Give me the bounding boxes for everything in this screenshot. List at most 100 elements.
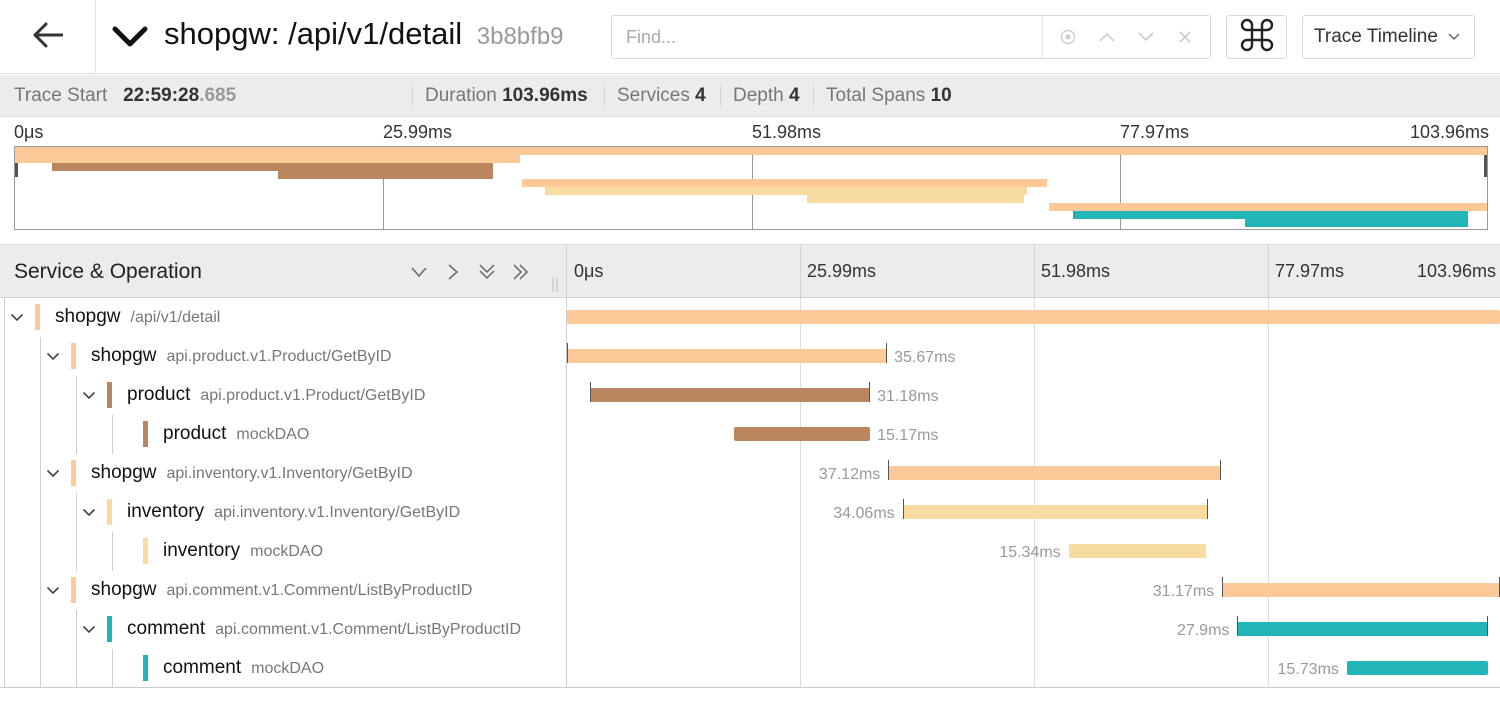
service-name: shopgw: [55, 306, 121, 327]
span-name-cell: comment api.comment.v1.Comment/ListByProd…: [0, 610, 566, 649]
minimap-ticks: 0μs 25.99ms 51.98ms 77.97ms 103.96ms: [0, 118, 1500, 146]
span-duration-label: 15.17ms: [877, 427, 939, 444]
span-service-name[interactable]: inventory mockDAO: [163, 540, 323, 562]
span-service-name[interactable]: shopgw/api/v1/detail: [55, 306, 220, 328]
span-row[interactable]: shopgw api.comment.v1.Comment/ListByProdu…: [0, 571, 1500, 610]
span-row[interactable]: comment api.comment.v1.Comment/ListByProd…: [0, 610, 1500, 649]
span-name-cell: product api.product.v1.Product/GetByID: [0, 376, 566, 415]
view-select[interactable]: Trace Timeline: [1302, 15, 1475, 59]
minimap-span-bar: [544, 187, 1027, 195]
minimap-span-bar: [278, 171, 494, 179]
operation-name: mockDAO: [250, 543, 324, 560]
span-name-cell: product mockDAO: [0, 415, 566, 454]
service-name: product: [163, 423, 227, 444]
span-row[interactable]: shopgw api.product.v1.Product/GetByID 35.6…: [0, 337, 1500, 376]
span-bar[interactable]: [1346, 661, 1489, 675]
span-bar[interactable]: [1068, 544, 1207, 558]
span-row[interactable]: comment mockDAO 15.73ms: [0, 649, 1500, 688]
span-row[interactable]: shopgw api.inventory.v1.Inventory/GetByID…: [0, 454, 1500, 493]
minimap-tick: 0μs: [14, 122, 44, 142]
duration: Duration 103.96ms: [425, 85, 588, 107]
chevron-up-icon[interactable]: [1092, 22, 1122, 52]
operation-name: api.product.v1.Product/GetByID: [166, 348, 392, 365]
collapse-all-icon[interactable]: [474, 259, 500, 285]
span-bar[interactable]: [888, 460, 1222, 480]
span-name-cell: shopgw/api/v1/detail: [0, 298, 566, 337]
span-service-name[interactable]: product mockDAO: [163, 423, 309, 445]
span-service-name[interactable]: comment mockDAO: [163, 657, 324, 679]
trace-minimap[interactable]: [14, 146, 1488, 230]
chevron-down-icon[interactable]: [1131, 22, 1161, 52]
service-name: product: [127, 384, 191, 405]
span-service-name[interactable]: inventory api.inventory.v1.Inventory/GetB…: [127, 501, 460, 523]
keyboard-shortcuts-button[interactable]: [1226, 15, 1287, 59]
expand-toggle-chevron-down-icon[interactable]: [8, 308, 26, 326]
span-end-tick: [1207, 499, 1209, 519]
collapse-header-button[interactable]: [112, 22, 148, 52]
duration-label: Duration: [425, 85, 497, 106]
span-name-cell: inventory api.inventory.v1.Inventory/GetB…: [0, 493, 566, 532]
operation-name: api.comment.v1.Comment/ListByProductID: [215, 621, 522, 638]
depth-value: 4: [788, 85, 800, 106]
expand-toggle-chevron-down-icon[interactable]: [80, 503, 98, 521]
expand-all-icon[interactable]: [508, 259, 534, 285]
expand-toggle-chevron-down-icon[interactable]: [80, 620, 98, 638]
services: Services 4: [617, 85, 706, 107]
locate-icon[interactable]: [1053, 22, 1083, 52]
expand-toggle-chevron-down-icon[interactable]: [44, 581, 62, 599]
view-select-value: Trace Timeline: [1314, 26, 1438, 47]
summary-divider: [813, 86, 814, 106]
close-icon[interactable]: [1170, 22, 1200, 52]
service-color-marker: [71, 343, 76, 369]
service-name: comment: [163, 657, 242, 678]
span-start-tick: [1237, 616, 1239, 636]
depth: Depth 4: [733, 85, 800, 107]
span-service-name[interactable]: product api.product.v1.Product/GetByID: [127, 384, 425, 406]
span-name-cell: inventory mockDAO: [0, 532, 566, 571]
span-name-cell: shopgw api.product.v1.Product/GetByID: [0, 337, 566, 376]
service-name: shopgw: [91, 462, 157, 483]
expand-one-icon[interactable]: [440, 259, 466, 285]
span-bar[interactable]: [567, 343, 888, 363]
span-service-name[interactable]: shopgw api.product.v1.Product/GetByID: [91, 345, 392, 367]
summary-divider: [720, 86, 721, 106]
span-duration-label: 37.12ms: [818, 466, 881, 483]
service-name: inventory: [127, 501, 205, 522]
span-row[interactable]: inventory api.inventory.v1.Inventory/GetB…: [0, 493, 1500, 532]
span-bar[interactable]: [590, 382, 871, 402]
span-end-tick: [1486, 616, 1488, 636]
minimap-span-bar: [806, 195, 1024, 203]
minimap-span-bar: [521, 179, 1048, 187]
timeline-tick: 77.97ms: [1275, 261, 1345, 281]
expand-toggle-chevron-down-icon[interactable]: [80, 386, 98, 404]
service-color-marker: [107, 499, 112, 525]
back-button[interactable]: [0, 0, 96, 74]
service-name: inventory: [163, 540, 241, 561]
timeline-gridline: [800, 245, 801, 299]
operation-name: api.product.v1.Product/GetByID: [200, 387, 426, 404]
span-row[interactable]: product api.product.v1.Product/GetByID 31.…: [0, 376, 1500, 415]
depth-label: Depth: [733, 85, 784, 106]
span-row[interactable]: product mockDAO 15.17ms: [0, 415, 1500, 454]
span-bar[interactable]: [1222, 577, 1500, 597]
expand-toggle-chevron-down-icon[interactable]: [44, 347, 62, 365]
span-bar[interactable]: [902, 499, 1209, 519]
span-duration-label: 15.34ms: [999, 544, 1061, 561]
find-input[interactable]: [612, 16, 1043, 58]
span-name-cell: shopgw api.inventory.v1.Inventory/GetByID: [0, 454, 566, 493]
expand-toggle-chevron-down-icon[interactable]: [44, 464, 62, 482]
span-service-name[interactable]: shopgw api.comment.v1.Comment/ListByProdu…: [91, 579, 472, 601]
span-row[interactable]: inventory mockDAO 15.34ms: [0, 532, 1500, 571]
timeline-tick: 51.98ms: [1041, 261, 1111, 281]
span-duration-label: 27.9ms: [1176, 622, 1230, 639]
collapse-one-icon[interactable]: [406, 259, 432, 285]
service-color-marker: [71, 460, 76, 486]
span-bar[interactable]: [733, 427, 871, 441]
span-duration-label: 15.73ms: [1277, 661, 1339, 678]
span-service-name[interactable]: comment api.comment.v1.Comment/ListByProd…: [127, 618, 521, 640]
column-resizer[interactable]: [551, 278, 559, 292]
span-bar[interactable]: [567, 310, 1500, 324]
span-bar[interactable]: [1237, 616, 1488, 636]
span-service-name[interactable]: shopgw api.inventory.v1.Inventory/GetByID: [91, 462, 413, 484]
span-row[interactable]: shopgw/api/v1/detail: [0, 298, 1500, 337]
